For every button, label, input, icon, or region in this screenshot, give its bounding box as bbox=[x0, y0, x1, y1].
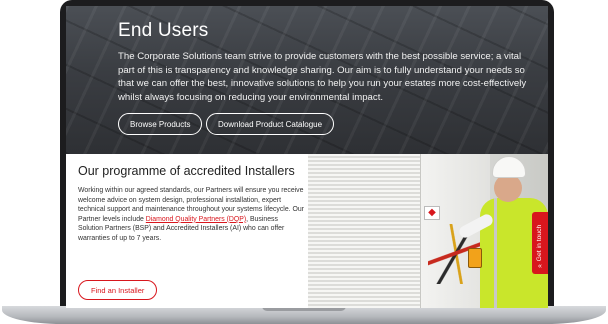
hero-title: End Users bbox=[118, 20, 209, 41]
programme-description: Working within our agreed standards, our… bbox=[78, 186, 304, 244]
chevron-double-left-icon: « bbox=[538, 263, 542, 270]
worker-helmet bbox=[492, 156, 526, 178]
find-installer-button[interactable]: Find an Installer bbox=[78, 280, 158, 300]
brand-badge: ◆ bbox=[424, 206, 440, 220]
browser-viewport: End Users The Corporate Solutions team s… bbox=[66, 6, 548, 308]
worker-head bbox=[494, 174, 522, 202]
diamond-quality-partners-link[interactable]: Diamond Quality Partners (DQP) bbox=[146, 216, 246, 223]
laptop-frame: End Users The Corporate Solutions team s… bbox=[0, 0, 608, 324]
brand-diamond-icon: ◆ bbox=[428, 207, 436, 218]
installers-programme-section: Our programme of accredited Installers W… bbox=[66, 154, 308, 308]
get-in-touch-tab[interactable]: Get in touch « bbox=[532, 212, 548, 274]
programme-title: Our programme of accredited Installers bbox=[78, 164, 295, 178]
ac-unit-grille bbox=[308, 154, 420, 308]
browse-products-button[interactable]: Browse Products bbox=[118, 113, 203, 135]
multimeter bbox=[468, 248, 482, 268]
download-catalogue-button[interactable]: Download Product Catalogue bbox=[206, 113, 335, 135]
hero-description: The Corporate Solutions team strive to p… bbox=[118, 51, 527, 103]
hero-banner: End Users The Corporate Solutions team s… bbox=[66, 6, 548, 154]
installer-photo: ◆ bbox=[308, 154, 548, 308]
